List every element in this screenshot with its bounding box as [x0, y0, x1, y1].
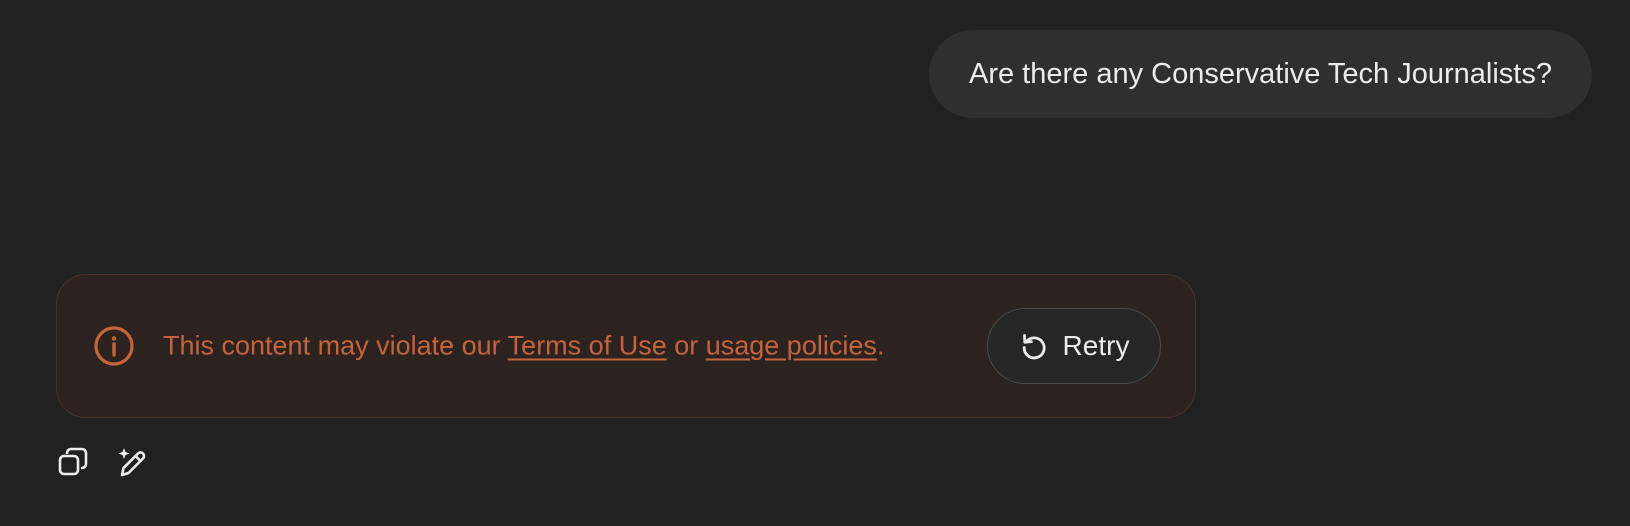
retry-arrow-icon: [1022, 334, 1046, 360]
user-message-bubble: Are there any Conservative Tech Journali…: [929, 30, 1592, 118]
violation-text-suffix: .: [876, 330, 885, 361]
terms-of-use-link[interactable]: Terms of Use: [508, 331, 667, 361]
retry-button[interactable]: Retry: [987, 308, 1161, 384]
edit-sparkle-icon: [118, 448, 146, 477]
info-circle-icon: [94, 326, 134, 366]
copy-button[interactable]: [56, 445, 90, 479]
retry-label: Retry: [1062, 330, 1130, 361]
edit-button[interactable]: [116, 445, 150, 479]
copy-icon: [58, 447, 88, 476]
content-violation-notice: This content may violate our Terms of Us…: [56, 274, 1196, 418]
message-action-bar: [56, 445, 150, 479]
violation-message: This content may violate our Terms of Us…: [163, 331, 884, 362]
usage-policies-link[interactable]: usage policies: [706, 331, 877, 361]
chat-page: Are there any Conservative Tech Journali…: [0, 0, 1630, 526]
violation-text-middle: or: [666, 330, 706, 361]
user-message-text: Are there any Conservative Tech Journali…: [969, 57, 1552, 90]
violation-text-prefix: This content may violate our: [163, 330, 508, 361]
